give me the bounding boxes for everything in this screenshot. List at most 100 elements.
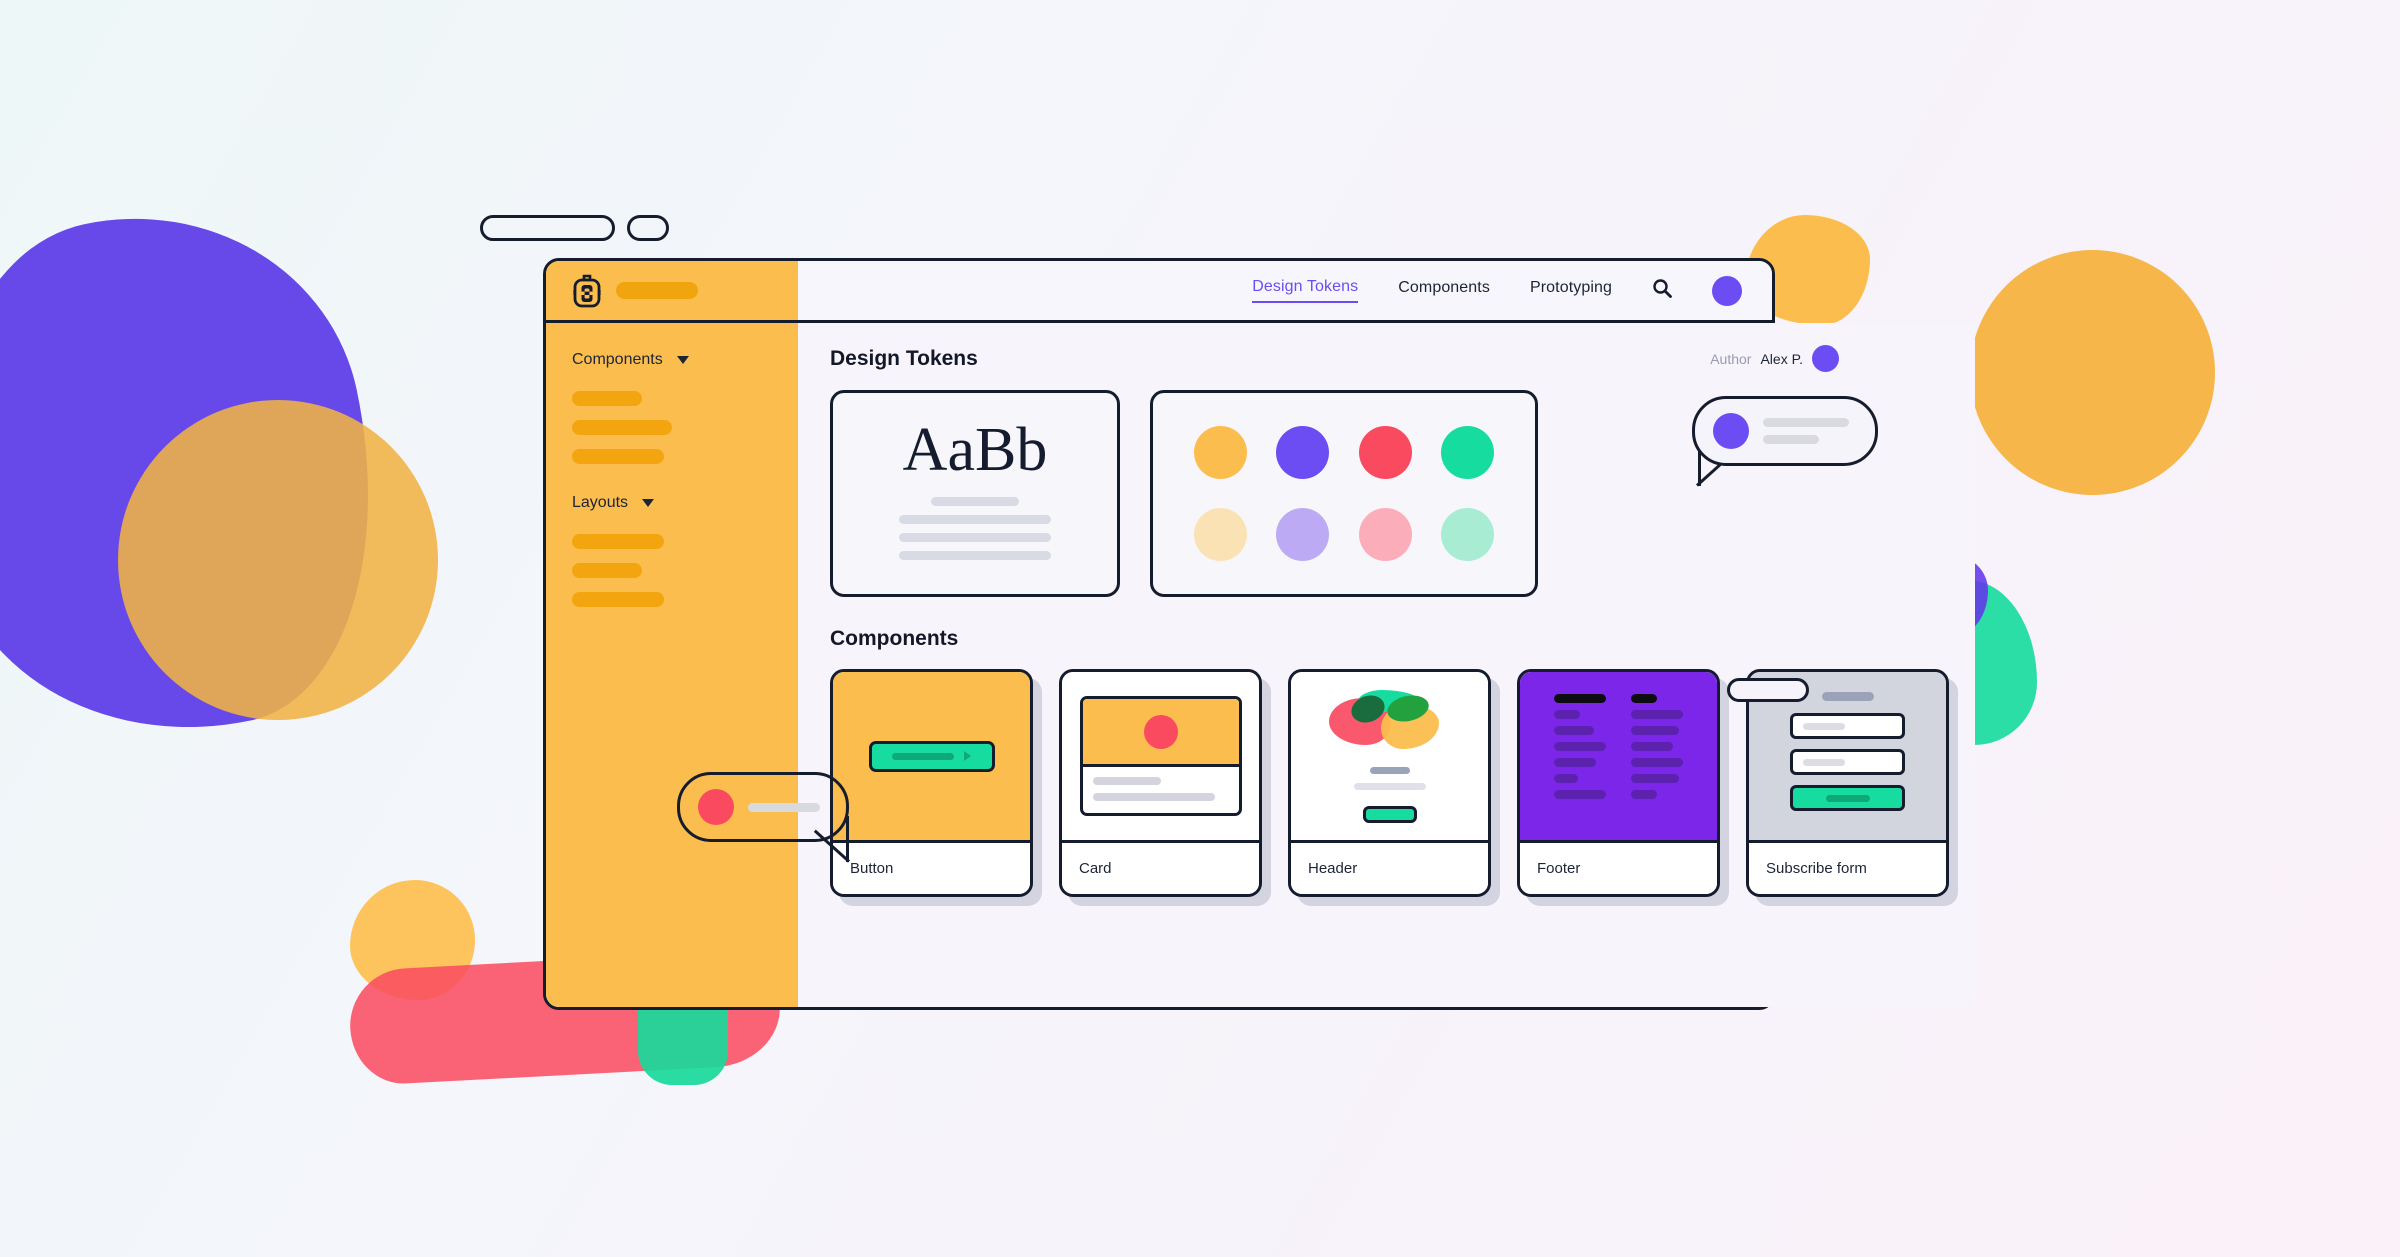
card-demo-image (1082, 699, 1239, 767)
sidebar-group-header-layouts[interactable]: Layouts (572, 494, 772, 512)
window-chrome-pill-small[interactable] (627, 215, 669, 241)
app-window: Design Tokens Components Prototyping Com… (543, 258, 1975, 1010)
footer-demo-link-2-5 (1631, 774, 1679, 783)
window-chrome-pill-wide[interactable] (480, 215, 615, 241)
subscribe-form-submit-label (1825, 794, 1870, 802)
comment-bubble-left-body (677, 772, 849, 842)
footer-demo-link-1-4 (1554, 758, 1596, 767)
comment-bubble-right-line-2 (1763, 435, 1819, 444)
footer-demo-link-2-4 (1631, 758, 1683, 767)
card-demo-body (1083, 767, 1239, 809)
comment-bubble-left-avatar (698, 789, 734, 825)
sidebar-group-title-components: Components (572, 351, 663, 368)
footer-demo-link-2-1 (1631, 710, 1683, 719)
nav-link-prototyping[interactable]: Prototyping (1530, 279, 1612, 302)
footer-demo-link-2-3 (1631, 742, 1673, 751)
component-preview-button (833, 672, 1030, 840)
subscribe-form-input-2[interactable] (1790, 749, 1905, 775)
sidebar-group-components: Components (572, 351, 772, 464)
search-icon[interactable] (1652, 278, 1672, 303)
subscribe-form-submit-button[interactable] (1790, 785, 1905, 811)
color-palette-token-card[interactable] (1150, 390, 1538, 597)
user-avatar[interactable] (1712, 275, 1742, 306)
nav-link-design-tokens[interactable]: Design Tokens (1252, 278, 1359, 303)
typography-sample-text: AaBb (902, 415, 1048, 484)
card-demo (1079, 696, 1242, 816)
comment-bubble-right-avatar (1713, 413, 1749, 449)
sidebar-group-layouts: Layouts (572, 494, 772, 607)
sidebar: Components Layouts (546, 323, 798, 1007)
comment-bubble-left-line-1 (748, 802, 820, 812)
window-body: Components Layouts Design Tokens Author … (546, 323, 1975, 1007)
author-avatar[interactable] (1812, 345, 1839, 372)
footer-demo-heading-2 (1631, 694, 1657, 703)
sidebar-item-layouts-3[interactable] (572, 592, 664, 607)
author-name: Alex P. (1760, 350, 1803, 367)
header-demo-line-2 (1353, 782, 1426, 790)
author-block: Author Alex P. (1710, 345, 1949, 372)
component-preview-footer (1520, 672, 1717, 840)
component-card-header[interactable]: Header (1288, 669, 1491, 897)
window-chrome-bars (480, 215, 669, 241)
page-title: Design Tokens (830, 346, 978, 370)
sidebar-item-components-3[interactable] (572, 449, 664, 464)
decorative-blob-amber-right (1970, 250, 2215, 495)
color-swatch-purple[interactable] (1276, 425, 1330, 479)
comment-bubble-right-line-1 (1763, 418, 1849, 427)
footer-demo-column-2 (1631, 694, 1683, 840)
color-swatch-amber[interactable] (1193, 425, 1247, 479)
component-card-button[interactable]: Button (830, 669, 1033, 897)
component-card-subscribe-form[interactable]: Subscribe form (1746, 669, 1949, 897)
button-demo[interactable] (868, 740, 995, 772)
color-swatch-red-light[interactable] (1358, 508, 1412, 562)
header-demo-line-1 (1369, 766, 1410, 774)
design-tokens-header: Design Tokens Author Alex P. (830, 345, 1949, 372)
brand-name-placeholder (616, 282, 698, 299)
comment-bubble-right-lines (1763, 418, 1849, 444)
color-swatch-purple-light[interactable] (1276, 508, 1330, 562)
card-demo-avatar-dot (1143, 714, 1178, 749)
nav-link-components[interactable]: Components (1398, 279, 1490, 302)
window-resize-handle[interactable] (1727, 678, 1809, 702)
footer-demo-link-2-2 (1631, 726, 1679, 735)
backpack-logo-icon (572, 274, 602, 308)
decorative-blob-amber-bottom-left (350, 880, 475, 1000)
component-card-footer[interactable]: Footer (1517, 669, 1720, 897)
chevron-down-icon-layouts[interactable] (642, 499, 655, 507)
footer-demo-link-1-2 (1554, 726, 1594, 735)
arrow-right-icon (964, 751, 971, 761)
decorative-blob-amber-left (118, 400, 438, 720)
chevron-down-icon-components[interactable] (676, 356, 689, 364)
sidebar-group-header-components[interactable]: Components (572, 351, 772, 369)
comment-bubble-left[interactable] (677, 772, 849, 862)
sidebar-item-layouts-2[interactable] (572, 563, 642, 578)
typography-placeholder-line-1 (931, 496, 1019, 506)
subscribe-form-input-1[interactable] (1790, 713, 1905, 739)
footer-demo-column-1 (1554, 694, 1606, 840)
footer-demo-link-1-5 (1554, 774, 1578, 783)
component-preview-card (1062, 672, 1259, 840)
card-demo-line-2 (1092, 793, 1215, 801)
color-swatch-green-light[interactable] (1441, 508, 1495, 562)
components-gallery: Button Card Header Footer Subscribe form (830, 669, 1949, 897)
component-label-subscribe-form: Subscribe form (1749, 840, 1946, 894)
header-demo-button[interactable] (1362, 805, 1417, 823)
decorative-blob-purple-left (0, 175, 420, 775)
sidebar-item-components-1[interactable] (572, 391, 642, 406)
component-label-card: Card (1062, 840, 1259, 894)
component-card-card[interactable]: Card (1059, 669, 1262, 897)
sidebar-item-layouts-1[interactable] (572, 534, 664, 549)
comment-bubble-right[interactable] (1692, 396, 1878, 486)
component-label-button: Button (833, 840, 1030, 894)
footer-demo-link-1-3 (1554, 742, 1606, 751)
subscribe-form-label-bar (1821, 692, 1874, 701)
author-label: Author (1710, 350, 1752, 367)
color-swatch-amber-light[interactable] (1193, 508, 1247, 562)
typography-placeholder-line-2 (899, 514, 1051, 524)
color-swatch-green[interactable] (1441, 425, 1495, 479)
sidebar-group-title-layouts: Layouts (572, 494, 629, 511)
component-label-footer: Footer (1520, 840, 1717, 894)
typography-token-card[interactable]: AaBb (830, 390, 1120, 597)
color-swatch-red[interactable] (1358, 425, 1412, 479)
sidebar-item-components-2[interactable] (572, 420, 672, 435)
